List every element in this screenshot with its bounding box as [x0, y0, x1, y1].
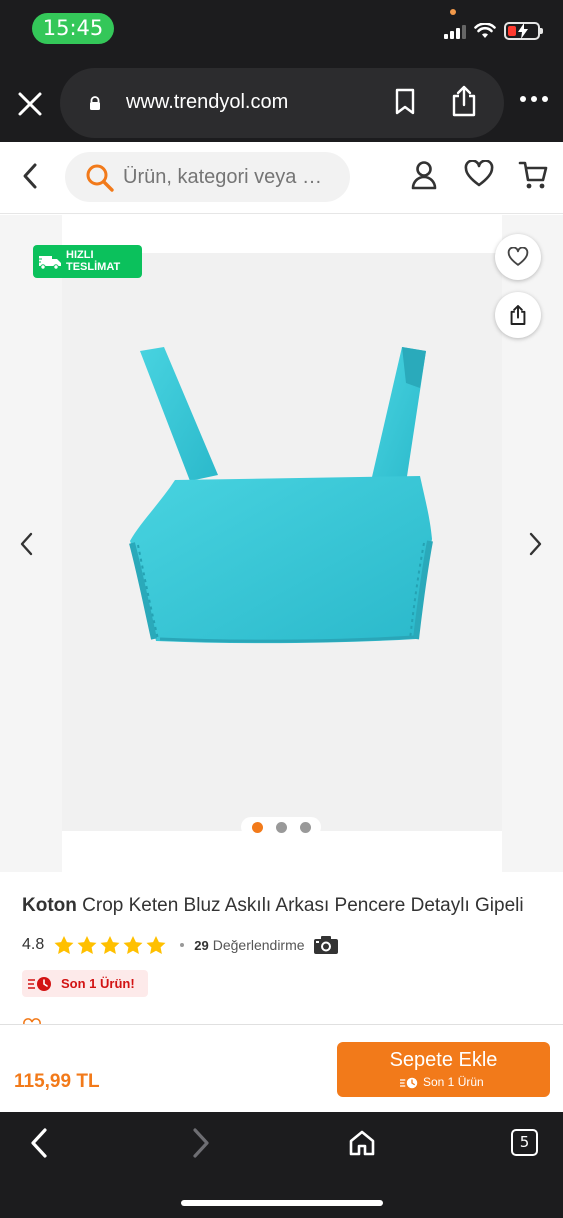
privacy-indicator-dot — [450, 9, 456, 15]
add-to-cart-label: Sepete Ekle — [389, 1049, 498, 1071]
url-text[interactable]: www.trendyol.com — [126, 91, 288, 114]
pagination-dot[interactable] — [275, 821, 287, 833]
status-time: 15:45 — [32, 13, 114, 44]
more-icon[interactable] — [520, 96, 548, 102]
chevron-left-icon[interactable] — [18, 531, 36, 557]
product-image[interactable] — [120, 343, 440, 648]
product-gallery[interactable]: HIZLI TESLİMAT — [0, 215, 563, 872]
back-icon[interactable] — [18, 160, 42, 192]
bookmark-icon[interactable] — [394, 88, 416, 116]
stock-badge: Son 1 Ürün! — [22, 970, 148, 997]
separator-dot — [180, 943, 185, 947]
add-to-cart-button[interactable]: Sepete Ekle Son 1 Ürün — [337, 1042, 550, 1097]
star-icon — [100, 935, 120, 954]
gallery-pagination[interactable] — [241, 817, 321, 837]
buy-bar: 115,99 TL Sepete Ekle Son 1 Ürün — [0, 1024, 563, 1112]
pagination-dot[interactable] — [251, 821, 263, 833]
status-icons — [444, 22, 543, 40]
product-name: Crop Keten Bluz Askılı Arkası Pencere De… — [82, 895, 524, 916]
heart-icon[interactable] — [464, 160, 494, 188]
gallery-favorite-button[interactable] — [495, 234, 541, 280]
search-input[interactable] — [123, 152, 343, 202]
star-icon — [123, 935, 143, 954]
search-box[interactable] — [65, 152, 350, 202]
fast-delivery-badge: HIZLI TESLİMAT — [33, 245, 142, 278]
browser-top-chrome: 15:45 www.trendyol.com — [0, 0, 563, 142]
add-to-cart-sublabel: Son 1 Ürün — [399, 1075, 484, 1089]
star-icon — [146, 935, 166, 954]
chevron-right-icon[interactable] — [190, 1127, 212, 1159]
product-brand[interactable]: Koton — [22, 895, 77, 916]
lock-icon — [90, 96, 100, 110]
pagination-dot[interactable] — [299, 821, 311, 833]
truck-icon — [38, 256, 61, 270]
rating-row[interactable]: 4.8 29 Değerlendirme — [22, 934, 339, 956]
gallery-share-button[interactable] — [495, 292, 541, 338]
review-label[interactable]: Değerlendirme — [213, 937, 305, 953]
badge-line-2: TESLİMAT — [66, 261, 121, 273]
review-count[interactable]: 29 — [194, 938, 208, 953]
badge-line-1: HIZLI — [66, 249, 94, 261]
site-header — [0, 142, 563, 214]
chevron-right-icon[interactable] — [526, 531, 544, 557]
stock-label: Son 1 Ürün! — [61, 976, 135, 991]
cart-icon[interactable] — [518, 159, 548, 191]
search-icon — [86, 164, 114, 192]
add-to-cart-stock: Son 1 Ürün — [423, 1075, 484, 1089]
camera-icon[interactable] — [313, 935, 339, 955]
cellular-signal-icon — [444, 23, 466, 39]
address-bar[interactable]: www.trendyol.com — [60, 68, 504, 138]
star-icon — [77, 935, 97, 954]
price: 115,99 TL — [14, 1071, 100, 1092]
user-icon[interactable] — [410, 160, 438, 190]
share-icon[interactable] — [450, 84, 478, 118]
home-indicator[interactable] — [181, 1200, 383, 1206]
rating-value: 4.8 — [22, 936, 45, 953]
heart-icon — [507, 247, 529, 266]
clock-icon — [400, 1077, 418, 1089]
clock-icon — [28, 977, 51, 991]
wifi-icon — [474, 23, 496, 38]
chevron-left-icon[interactable] — [28, 1127, 50, 1159]
close-icon[interactable] — [14, 88, 46, 120]
share-icon — [510, 305, 526, 325]
tabs-icon[interactable]: 5 — [511, 1129, 538, 1156]
home-icon[interactable] — [348, 1129, 376, 1157]
product-title: Koton Crop Keten Bluz Askılı Arkası Penc… — [22, 895, 552, 917]
star-icon — [54, 935, 74, 954]
battery-icon — [504, 22, 543, 40]
rating-stars — [54, 935, 166, 955]
